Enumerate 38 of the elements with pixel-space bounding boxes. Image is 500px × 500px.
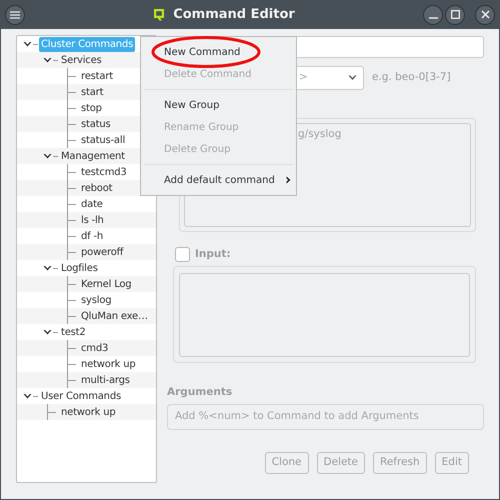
tree-item[interactable]: stop	[79, 100, 104, 116]
close-icon	[480, 10, 490, 19]
chevron-down-icon[interactable]	[43, 264, 52, 272]
minimize-icon	[428, 17, 438, 19]
tree-item[interactable]: df -h	[79, 228, 105, 244]
tree-item[interactable]: syslog	[79, 292, 114, 308]
tree-item[interactable]: restart	[79, 68, 115, 84]
close-button[interactable]	[475, 4, 495, 24]
chevron-down-icon[interactable]	[43, 328, 52, 336]
chevron-down-icon[interactable]	[23, 40, 32, 48]
chevron-down-icon[interactable]	[43, 56, 52, 64]
app-logo-icon	[153, 8, 166, 21]
menu-item[interactable]: New Group	[141, 94, 296, 116]
chevron-down-icon[interactable]	[23, 392, 32, 400]
maximize-icon	[450, 10, 460, 19]
host-hint: e.g. beo-0[3-7]	[372, 70, 451, 86]
minimize-button[interactable]	[423, 4, 443, 24]
tree-item[interactable]: network up	[79, 356, 138, 372]
menu-item[interactable]: New Command	[141, 41, 296, 63]
tree-item[interactable]: start	[79, 84, 106, 100]
input-label: Input:	[195, 247, 231, 262]
menu-icon	[10, 10, 20, 18]
chevron-down-icon[interactable]	[43, 152, 52, 160]
window-menu-button[interactable]	[5, 4, 25, 24]
tree-item[interactable]: date	[79, 196, 105, 212]
dropdown-arrow-icon	[348, 75, 357, 81]
tree-item[interactable]: Logfiles	[59, 260, 100, 276]
tree-item[interactable]: ls -lh	[79, 212, 106, 228]
input-checkbox[interactable]	[175, 247, 190, 262]
window-title: Command Editor	[173, 6, 295, 24]
input-box[interactable]	[179, 272, 470, 357]
maximize-button[interactable]	[445, 4, 465, 24]
tree-item[interactable]: test2	[59, 324, 88, 340]
submenu-arrow-icon	[286, 176, 291, 184]
tree-item[interactable]: testcmd3	[79, 164, 129, 180]
tree-item[interactable]: status-all	[79, 132, 128, 148]
tree-item[interactable]: User Commands	[39, 388, 123, 404]
arguments-label: Arguments	[167, 384, 234, 400]
